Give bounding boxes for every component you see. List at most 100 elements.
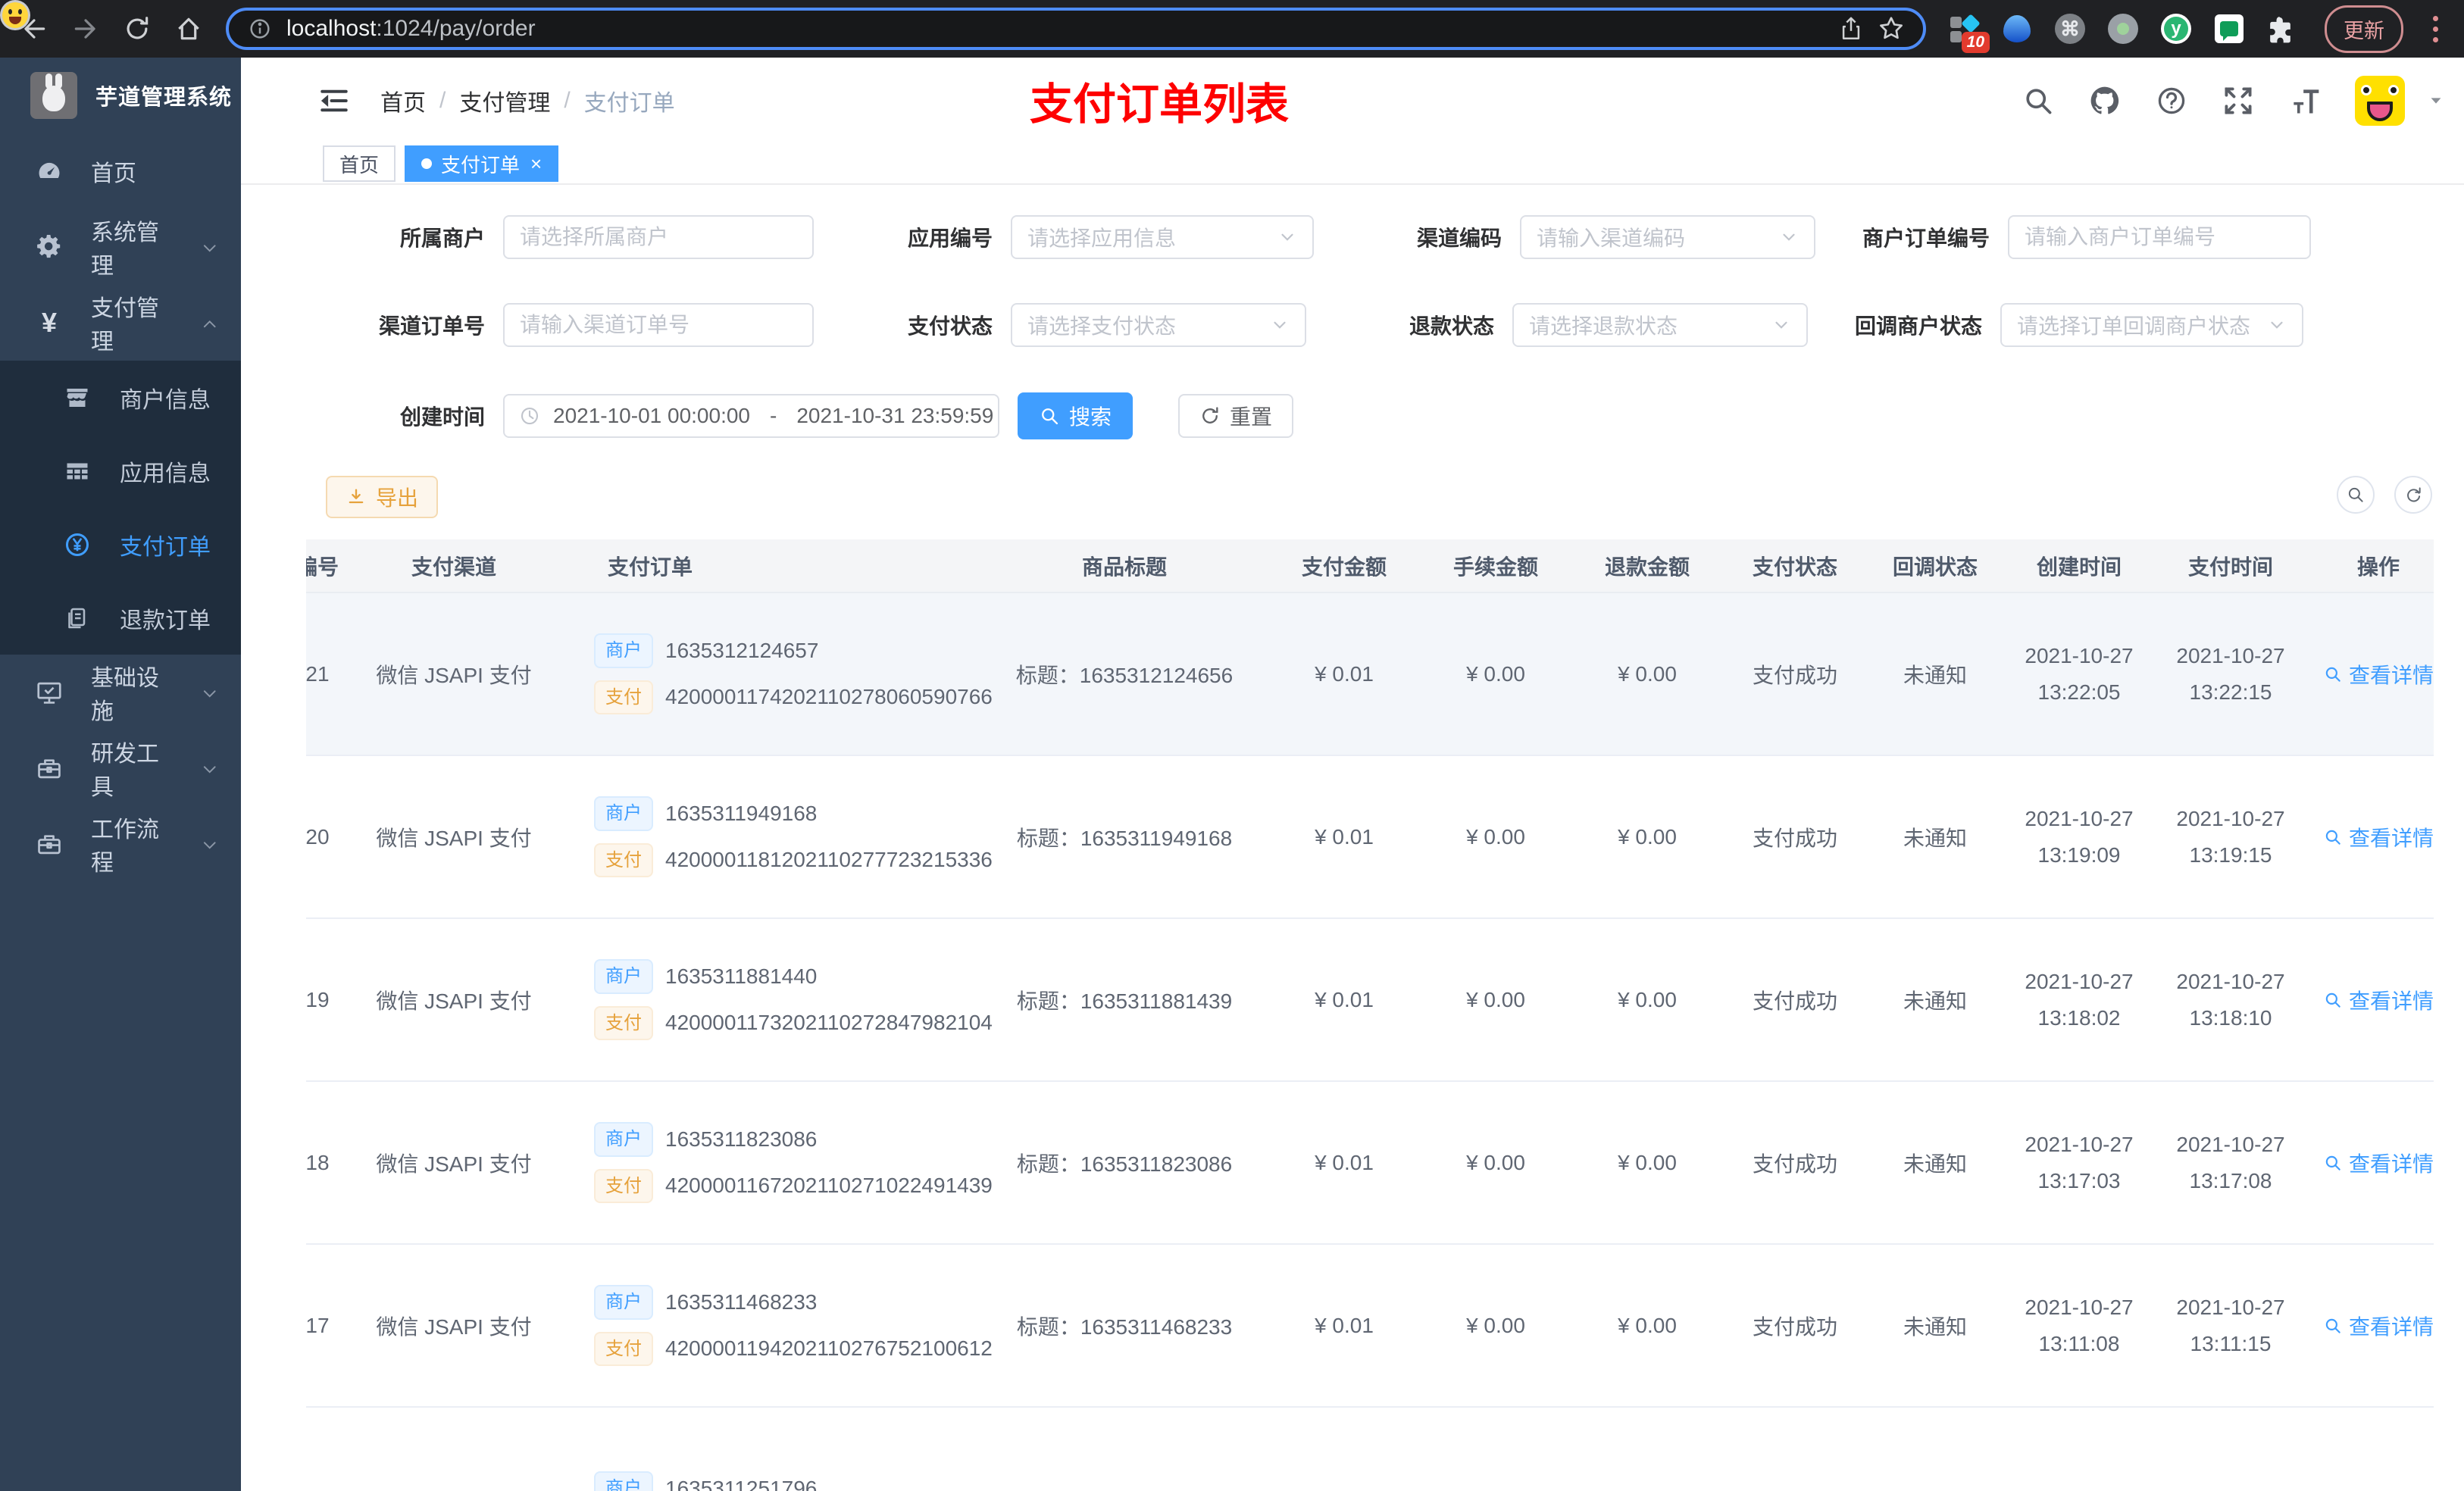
- channel-order-no-field[interactable]: [520, 313, 797, 337]
- view-detail-link[interactable]: 查看详情: [2323, 1148, 2434, 1178]
- export-button[interactable]: 导出: [326, 476, 439, 518]
- channel-code-select[interactable]: 请输入渠道编码: [1520, 215, 1815, 259]
- sidebar-item-pay-order[interactable]: 支付订单: [0, 508, 241, 581]
- tab-home[interactable]: 首页: [323, 145, 396, 182]
- extension-balloon-icon[interactable]: [2002, 14, 2032, 44]
- sidebar-item-label: 工作流程: [91, 817, 159, 876]
- date-separator: -: [770, 404, 777, 427]
- cell-id: 20: [306, 755, 359, 919]
- notify-status-select[interactable]: 请选择订单回调商户状态: [2000, 303, 2303, 347]
- site-info-icon[interactable]: [247, 16, 273, 42]
- pay-date: 2021-10-27: [2176, 1132, 2285, 1156]
- github-icon[interactable]: [2088, 84, 2122, 117]
- extension-command-icon[interactable]: ⌘: [2055, 14, 2085, 44]
- filter-merchant: 所属商户: [326, 215, 814, 259]
- filter-channel-code: 渠道编码 请输入渠道编码: [1412, 215, 1815, 259]
- pay-date: 2021-10-27: [2176, 969, 2285, 993]
- avatar-caret-icon[interactable]: [2428, 92, 2444, 109]
- create-time: 13:18:02: [2037, 1005, 2121, 1030]
- filter-merchant-order-no: 商户订单编号: [1859, 215, 2311, 259]
- search-icon[interactable]: [2022, 84, 2055, 117]
- cell-create-time: [2003, 1407, 2155, 1491]
- cell-channel: 微信 JSAPI 支付: [359, 1081, 549, 1245]
- reload-icon[interactable]: [123, 14, 152, 43]
- filter-label: 回调商户状态: [1854, 314, 1982, 338]
- merchant-tag: 商户: [594, 1471, 653, 1491]
- home-icon[interactable]: [174, 14, 203, 43]
- cell-create-time: 2021-10-27 13:22:05: [2003, 592, 2155, 756]
- view-detail-link[interactable]: 查看详情: [2323, 1311, 2434, 1341]
- toolbox-icon: [35, 754, 64, 783]
- sidebar-item-system[interactable]: 系统管理: [0, 209, 241, 285]
- pay-tag: 支付: [594, 1005, 653, 1040]
- pay-status-select[interactable]: 请选择支付状态: [1011, 303, 1306, 347]
- url-path: :1024/pay/order: [376, 16, 536, 41]
- sidebar-item-infra[interactable]: 基础设施: [0, 655, 241, 730]
- page-title-annotation: 支付订单列表: [1030, 80, 1289, 129]
- breadcrumb-current: 支付订单: [583, 91, 675, 116]
- avatar[interactable]: [2355, 76, 2405, 126]
- view-detail-link[interactable]: 查看详情: [2323, 985, 2434, 1015]
- date-start: 2021-10-01 00:00:00: [553, 404, 750, 427]
- fullscreen-icon[interactable]: [2222, 84, 2255, 117]
- table-row: 18 微信 JSAPI 支付 商户 1635311823086 支付 4200001167…: [306, 1081, 2434, 1245]
- sidebar-item-merchant-info[interactable]: 商户信息: [0, 361, 241, 434]
- help-icon[interactable]: [2155, 84, 2188, 117]
- extension-tasks-icon[interactable]: 10: [1949, 14, 1990, 53]
- view-detail-link[interactable]: 查看详情: [2323, 822, 2434, 852]
- bookmark-star-icon[interactable]: [1878, 15, 1905, 42]
- sidebar-item-devtools[interactable]: 研发工具: [0, 730, 241, 806]
- refund-status-select[interactable]: 请选择退款状态: [1512, 303, 1808, 347]
- filter-refund-status: 退款状态 请选择退款状态: [1405, 303, 1808, 347]
- date-range-input[interactable]: 2021-10-01 00:00:00 - 2021-10-31 23:59:5…: [503, 394, 999, 438]
- forward-icon[interactable]: [71, 14, 100, 43]
- search-button[interactable]: 搜索: [1018, 392, 1134, 439]
- breadcrumb-home[interactable]: 首页: [380, 84, 426, 117]
- merchant-order-no-input[interactable]: [2008, 215, 2311, 259]
- merchant-input-field[interactable]: [520, 225, 797, 249]
- sidebar-fold-icon[interactable]: [318, 85, 350, 117]
- filter-label: 退款状态: [1409, 314, 1494, 338]
- extension-chat-icon[interactable]: [2214, 14, 2244, 44]
- font-size-icon[interactable]: [2288, 84, 2322, 117]
- cell-notify: [1867, 1407, 2003, 1491]
- cell-refund: ¥ 0.00: [1571, 1081, 1723, 1245]
- cell-id: 17: [306, 1244, 359, 1408]
- toggle-search-button[interactable]: [2337, 476, 2375, 514]
- share-icon[interactable]: [1838, 16, 1864, 42]
- browser-update-button[interactable]: 更新: [2325, 5, 2403, 53]
- view-detail-link[interactable]: 查看详情: [2323, 659, 2434, 689]
- merchant-order-no-field[interactable]: [2025, 225, 2294, 249]
- sidebar-item-refund-order[interactable]: 退款订单: [0, 581, 241, 655]
- view-detail-label: 查看详情: [2348, 1314, 2434, 1339]
- browser-menu-icon[interactable]: [2431, 15, 2440, 42]
- sidebar-item-pay[interactable]: ¥ 支付管理: [0, 285, 241, 361]
- merchant-no-line: 商户 1635312124657: [594, 633, 980, 668]
- url-bar[interactable]: localhost:1024/pay/order: [226, 8, 1926, 50]
- refresh-button[interactable]: [2394, 476, 2432, 514]
- pay-no-line: 支付 4200001173202110272847982104: [594, 1005, 993, 1040]
- extension-emoji-icon[interactable]: [0, 0, 30, 30]
- extension-record-icon[interactable]: [2108, 14, 2138, 44]
- reset-button[interactable]: 重置: [1178, 394, 1294, 438]
- cell-title: [980, 1407, 1268, 1491]
- col-title: 商品标题: [980, 539, 1268, 593]
- cell-title: 标题：1635311949168: [980, 755, 1268, 919]
- tab-pay-order[interactable]: 支付订单 ×: [405, 145, 559, 182]
- sidebar-item-workflow[interactable]: 工作流程: [0, 806, 241, 882]
- table-row: 21 微信 JSAPI 支付 商户 1635312124657 支付 4200001174…: [306, 592, 2434, 756]
- merchant-tag: 商户: [594, 796, 653, 831]
- channel-order-no-input[interactable]: [503, 303, 814, 347]
- breadcrumb-pay[interactable]: 支付管理: [459, 84, 550, 117]
- extensions-puzzle-icon[interactable]: [2267, 14, 2297, 44]
- sidebar-item-home[interactable]: 首页: [0, 133, 241, 209]
- create-time: 13:19:09: [2037, 842, 2121, 867]
- app-select[interactable]: 请选择应用信息: [1011, 215, 1314, 259]
- cell-notify: 未通知: [1867, 918, 2003, 1082]
- merchant-input[interactable]: [503, 215, 814, 259]
- extension-y-icon[interactable]: y: [2161, 14, 2191, 44]
- sidebar-item-label: 首页: [91, 161, 136, 186]
- close-icon[interactable]: ×: [530, 154, 542, 173]
- sidebar-item-app-info[interactable]: 应用信息: [0, 434, 241, 508]
- filter-create-time: 创建时间 2021-10-01 00:00:00 - 2021-10-31 23…: [326, 394, 999, 438]
